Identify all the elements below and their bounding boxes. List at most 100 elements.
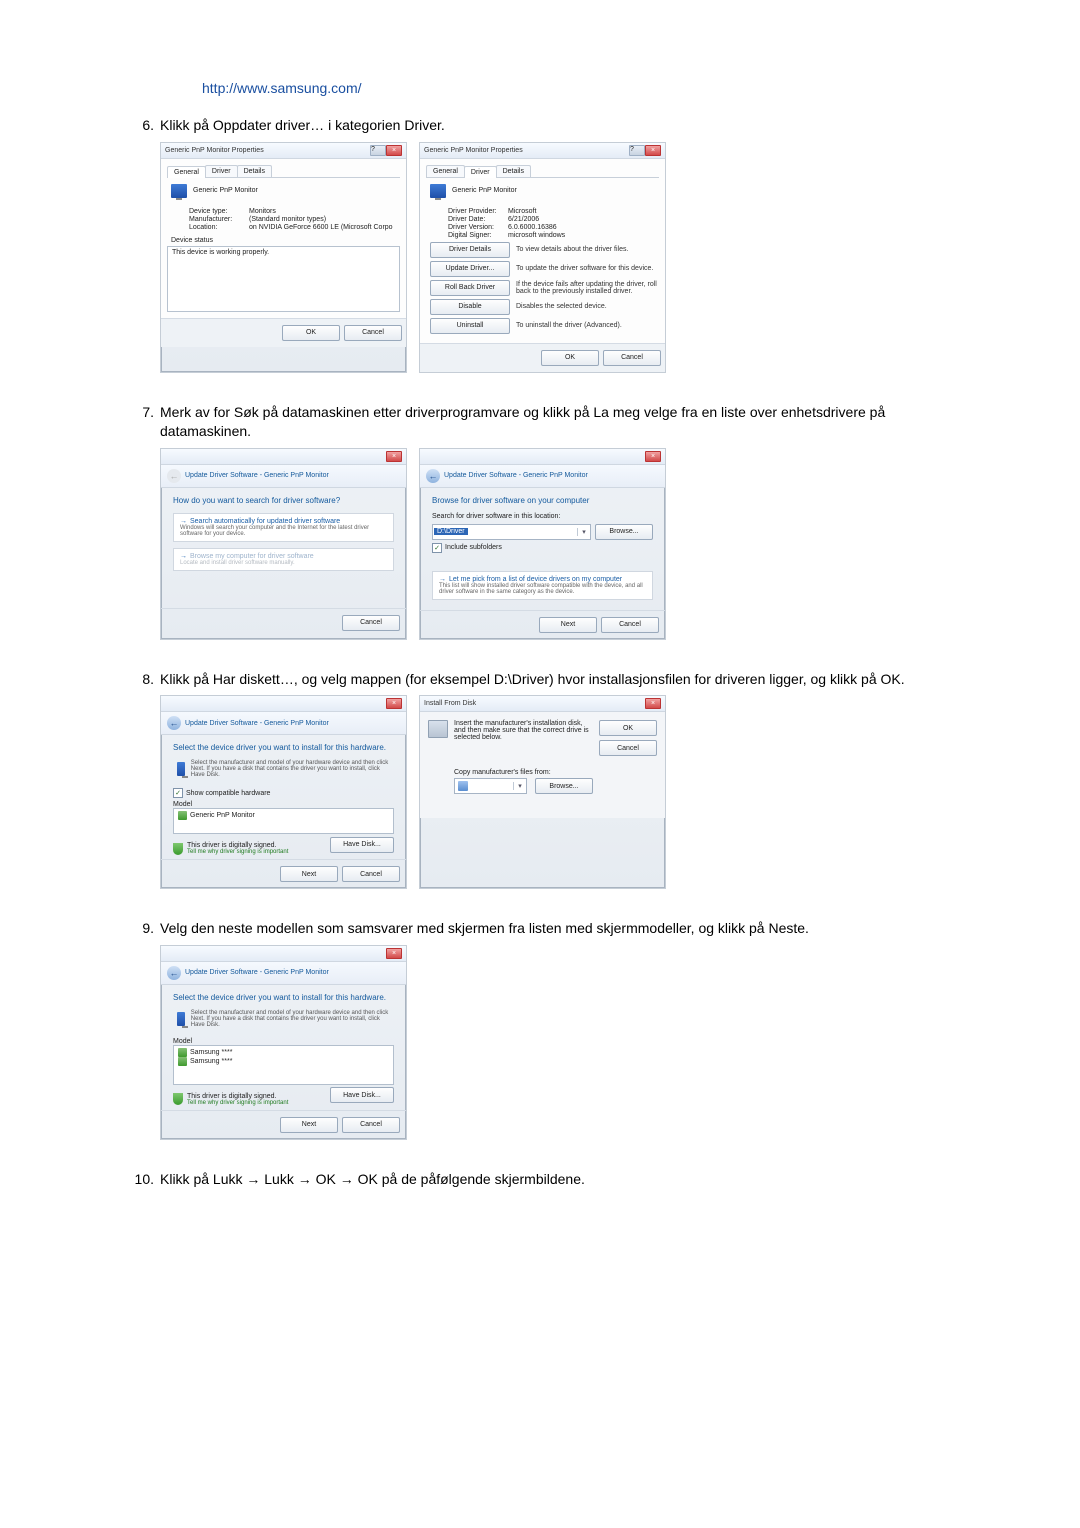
properties-general-dialog: Generic PnP Monitor Properties ? × Gener…: [160, 142, 407, 373]
option-let-me-pick[interactable]: →Let me pick from a list of device drive…: [432, 571, 653, 600]
drive-icon: [458, 781, 468, 791]
list-item[interactable]: Samsung ****: [178, 1057, 389, 1066]
install-from-disk-dialog: Install From Disk × Insert the manufactu…: [419, 695, 666, 889]
titlebar: Generic PnP Monitor Properties ? ×: [161, 143, 406, 159]
select-driver-dialog: × ← Update Driver Software - Generic PnP…: [160, 695, 407, 889]
roll-back-driver-button[interactable]: Roll Back Driver: [430, 280, 510, 296]
dialog-title: Generic PnP Monitor Properties: [424, 147, 523, 154]
signed-text: This driver is digitally signed.: [187, 1093, 288, 1100]
close-button[interactable]: ×: [386, 698, 402, 709]
step-7: 7. Merk av for Søk på datamaskinen etter…: [130, 403, 950, 442]
ok-button[interactable]: OK: [599, 720, 657, 736]
show-compatible-checkbox[interactable]: ✓ Show compatible hardware: [173, 788, 394, 798]
ok-button[interactable]: OK: [282, 325, 340, 341]
signing-info-link[interactable]: Tell me why driver signing is important: [187, 849, 288, 855]
step-9: 9. Velg den neste modellen som samsvarer…: [130, 919, 950, 939]
list-item[interactable]: Samsung ****: [178, 1048, 389, 1057]
tab-driver[interactable]: Driver: [205, 165, 238, 177]
cancel-button[interactable]: Cancel: [599, 740, 657, 756]
device-status-label: Device status: [171, 237, 400, 244]
monitor-icon: [177, 1012, 185, 1026]
model-list[interactable]: Generic PnP Monitor: [173, 808, 394, 834]
copy-from-label: Copy manufacturer's files from:: [454, 769, 593, 776]
wizard-heading: Browse for driver software on your compu…: [432, 496, 653, 505]
monitor-icon: [177, 762, 185, 776]
include-subfolders-checkbox[interactable]: ✓ Include subfolders: [432, 543, 653, 553]
tab-general[interactable]: General: [167, 166, 206, 178]
wizard-title: Update Driver Software - Generic PnP Mon…: [185, 472, 329, 479]
shield-icon: [173, 843, 183, 855]
tab-driver[interactable]: Driver: [464, 166, 497, 178]
signed-icon: [178, 1048, 187, 1057]
close-button[interactable]: ×: [645, 145, 661, 156]
uninstall-button[interactable]: Uninstall: [430, 318, 510, 334]
back-button[interactable]: ←: [167, 716, 181, 730]
close-button[interactable]: ×: [386, 948, 402, 959]
copy-from-combo[interactable]: ▾: [454, 778, 527, 794]
close-button[interactable]: ×: [645, 698, 661, 709]
option-search-auto[interactable]: →Search automatically for updated driver…: [173, 513, 394, 542]
browse-button[interactable]: Browse...: [535, 778, 593, 794]
chevron-down-icon[interactable]: ▾: [577, 528, 590, 536]
cancel-button[interactable]: Cancel: [603, 350, 661, 366]
list-item[interactable]: Generic PnP Monitor: [178, 811, 389, 820]
wizard-heading: Select the device driver you want to ins…: [173, 993, 394, 1002]
step-8-screenshots: × ← Update Driver Software - Generic PnP…: [160, 695, 950, 889]
cancel-button[interactable]: Cancel: [342, 866, 400, 882]
back-button: ←: [167, 469, 181, 483]
next-button[interactable]: Next: [280, 1117, 338, 1133]
samsung-url[interactable]: http://www.samsung.com/: [202, 80, 950, 96]
disable-button[interactable]: Disable: [430, 299, 510, 315]
step-6: 6. Klikk på Oppdater driver… i kategorie…: [130, 116, 950, 136]
chevron-down-icon[interactable]: ▾: [513, 782, 526, 790]
device-header: Generic PnP Monitor: [193, 187, 258, 194]
back-button[interactable]: ←: [426, 469, 440, 483]
back-button[interactable]: ←: [167, 966, 181, 980]
next-button[interactable]: Next: [280, 866, 338, 882]
cancel-button[interactable]: Cancel: [601, 617, 659, 633]
properties-driver-dialog: Generic PnP Monitor Properties ?× Genera…: [419, 142, 666, 373]
titlebar: Generic PnP Monitor Properties ?×: [420, 143, 665, 159]
help-button[interactable]: ?: [629, 145, 645, 156]
ok-button[interactable]: OK: [541, 350, 599, 366]
signed-text: This driver is digitally signed.: [187, 842, 288, 849]
monitor-icon: [430, 184, 446, 198]
shield-icon: [173, 1093, 183, 1105]
step-7-screenshots: × ← Update Driver Software - Generic PnP…: [160, 448, 950, 640]
tab-details[interactable]: Details: [237, 165, 272, 177]
device-status-box: This device is working properly.: [167, 246, 400, 312]
model-list[interactable]: Samsung **** Samsung ****: [173, 1045, 394, 1085]
step-6-text: Klikk på Oppdater driver… i kategorien D…: [160, 116, 950, 136]
cancel-button[interactable]: Cancel: [342, 1117, 400, 1133]
dialog-title: Generic PnP Monitor Properties: [165, 147, 264, 154]
step-8-text: Klikk på Har diskett…, og velg mappen (f…: [160, 670, 950, 690]
dialog-title: Install From Disk: [424, 700, 476, 707]
close-button[interactable]: ×: [645, 451, 661, 462]
update-driver-how-dialog: × ← Update Driver Software - Generic PnP…: [160, 448, 407, 640]
step-10-text: Klikk på Lukk → Lukk → OK → OK på de påf…: [160, 1170, 950, 1190]
location-combo[interactable]: D:\Driver ▾: [432, 524, 591, 540]
tab-general[interactable]: General: [426, 165, 465, 177]
signing-info-link[interactable]: Tell me why driver signing is important: [187, 1100, 288, 1106]
step-7-text: Merk av for Søk på datamaskinen etter dr…: [160, 403, 950, 442]
step-6-screenshots: Generic PnP Monitor Properties ? × Gener…: [160, 142, 950, 373]
option-browse-computer[interactable]: →Browse my computer for driver software …: [173, 548, 394, 571]
step-8: 8. Klikk på Har diskett…, og velg mappen…: [130, 670, 950, 690]
browse-button[interactable]: Browse...: [595, 524, 653, 540]
driver-details-button[interactable]: Driver Details: [430, 242, 510, 258]
help-button[interactable]: ?: [370, 145, 386, 156]
cancel-button[interactable]: Cancel: [342, 615, 400, 631]
wizard-heading: Select the device driver you want to ins…: [173, 743, 394, 752]
close-button[interactable]: ×: [386, 145, 402, 156]
cancel-button[interactable]: Cancel: [344, 325, 402, 341]
have-disk-button[interactable]: Have Disk...: [330, 1087, 394, 1103]
tab-details[interactable]: Details: [496, 165, 531, 177]
close-button[interactable]: ×: [386, 451, 402, 462]
disk-icon: [428, 720, 448, 738]
next-button[interactable]: Next: [539, 617, 597, 633]
update-driver-button[interactable]: Update Driver...: [430, 261, 510, 277]
location-value: D:\Driver: [434, 528, 468, 535]
wizard-heading: How do you want to search for driver sof…: [173, 496, 394, 505]
select-model-dialog: × ← Update Driver Software - Generic PnP…: [160, 945, 407, 1140]
have-disk-button[interactable]: Have Disk...: [330, 837, 394, 853]
